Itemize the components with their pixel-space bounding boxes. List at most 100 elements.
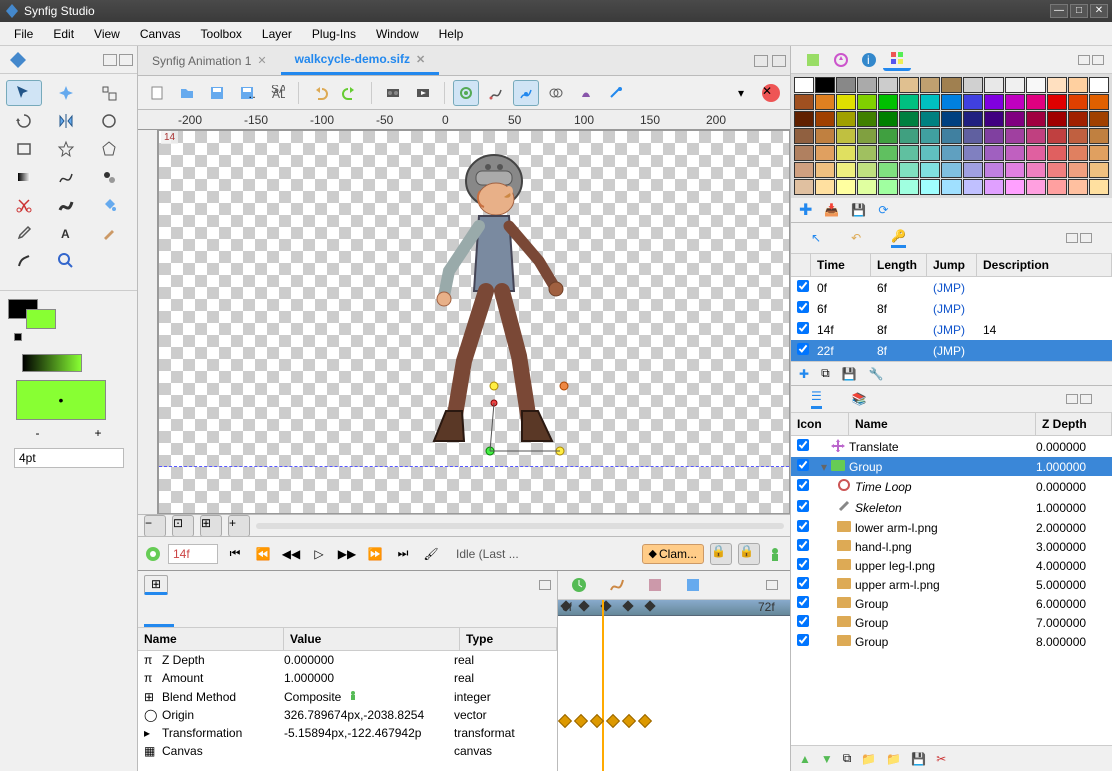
width-tool[interactable] [48,192,84,218]
undo-button[interactable] [307,80,333,106]
keyframe-marker[interactable] [622,600,633,611]
dock-button[interactable] [539,580,551,590]
layer-row[interactable]: ▸upper leg-l.png4.000000 [791,556,1112,575]
layer-visible-checkbox[interactable] [797,500,809,512]
layer-visible-checkbox[interactable] [797,558,809,570]
palette-cell[interactable] [920,128,940,144]
layer-row[interactable]: Skeleton1.000000 [791,497,1112,518]
palette-cell[interactable] [941,162,961,178]
menu-view[interactable]: View [84,23,130,45]
palette-cell[interactable] [857,94,877,110]
layer-row[interactable]: ▾Group1.000000 [791,457,1112,476]
palette-cell[interactable] [1026,128,1046,144]
palette-cell[interactable] [941,179,961,195]
palette-cell[interactable] [1089,111,1109,127]
tab-walkcycle[interactable]: walkcycle-demo.sifz✕ [281,46,440,75]
guide-line[interactable] [159,466,789,467]
palette-cell[interactable] [836,162,856,178]
palette-cell[interactable] [920,94,940,110]
waypoint[interactable] [622,714,636,728]
layer-visible-checkbox[interactable] [797,459,809,471]
background-color[interactable] [26,309,56,329]
dock-button[interactable] [103,54,117,66]
undo-keyframe-button[interactable]: ↶ [851,231,861,245]
groups-tab[interactable]: 📚 [852,392,867,406]
refresh-palette-button[interactable]: ⟳ [878,203,888,217]
palette-cell[interactable] [1026,162,1046,178]
param-row[interactable]: πZ Depth0.000000real [138,651,557,669]
palette-cell[interactable] [1005,162,1025,178]
menu-toolbox[interactable]: Toolbox [191,23,252,45]
layer-encapsulate-button[interactable]: 💾 [911,752,926,766]
palette-cell[interactable] [1005,77,1025,93]
palette-cell[interactable] [984,77,1004,93]
keyframe-active-checkbox[interactable] [797,301,809,313]
increase-button[interactable]: + [94,426,101,440]
palette-cell[interactable] [1005,145,1025,161]
palette-cell[interactable] [836,179,856,195]
zoom-tool[interactable] [48,248,84,274]
navigator-tab[interactable] [827,49,855,71]
palette-cell[interactable] [1026,77,1046,93]
param-row[interactable]: ◯Origin326.789674px,-2038.8254vector [138,706,557,724]
params-tab[interactable]: ⊞ [144,575,168,595]
palette-cell[interactable] [857,77,877,93]
loop-button[interactable]: 🖌 [420,543,442,565]
render-button[interactable] [380,80,406,106]
dock-button[interactable] [1092,55,1104,65]
waypoint[interactable] [574,714,588,728]
dock-button[interactable] [1078,55,1090,65]
layer-up-button[interactable]: ▲ [799,752,811,766]
param-row[interactable]: ▦Canvascanvas [138,742,557,760]
fill-tool[interactable] [91,192,127,218]
palette-cell[interactable] [1026,145,1046,161]
keyframe-active-checkbox[interactable] [797,343,809,355]
palette-cell[interactable] [941,94,961,110]
palette-cell[interactable] [878,128,898,144]
palette-cell[interactable] [794,145,814,161]
palette-cell[interactable] [878,162,898,178]
palette-cell[interactable] [1005,179,1025,195]
scale-tool[interactable] [91,80,127,106]
character-artwork[interactable] [404,141,584,461]
palette-cell[interactable] [899,162,919,178]
menu-window[interactable]: Window [366,23,429,45]
keyframe-active-checkbox[interactable] [797,322,809,334]
palette-cell[interactable] [1068,162,1088,178]
decrease-button[interactable]: - [35,426,39,440]
palette-cell[interactable] [941,128,961,144]
palette-cell[interactable] [836,145,856,161]
transform-tool[interactable] [6,80,42,106]
palette-cell[interactable] [963,145,983,161]
zoom-in-button[interactable]: + [228,515,250,537]
close-canvas-button[interactable]: ✕ [758,80,784,106]
current-color[interactable] [16,380,106,420]
layer-visible-checkbox[interactable] [797,439,809,451]
close-button[interactable]: ✕ [1090,4,1108,18]
param-row[interactable]: ⊞Blend MethodCompositeinteger [138,687,557,706]
dock-button[interactable] [119,54,133,66]
remove-keyframe-button[interactable]: 💾 [842,367,857,381]
clamp-button[interactable]: ◆Clam... [642,544,704,564]
zoom-fit-button[interactable]: ⊡ [172,515,194,537]
keyframe-active-checkbox[interactable] [797,280,809,292]
smooth-move-tool[interactable] [48,80,84,106]
open-button[interactable] [174,80,200,106]
palette-cell[interactable] [1068,179,1088,195]
keyframe-row[interactable]: 0f6f(JMP) [791,277,1112,298]
palette-cell[interactable] [984,128,1004,144]
dock-button[interactable] [772,55,786,67]
menu-plugins[interactable]: Plug-Ins [302,23,366,45]
onion-skin-button[interactable] [453,80,479,106]
palette-cell[interactable] [963,128,983,144]
close-icon[interactable]: ✕ [416,53,425,66]
palette-cell[interactable] [857,128,877,144]
animate-mode-icon[interactable] [766,545,784,563]
palette-cell[interactable] [920,145,940,161]
maximize-button[interactable]: □ [1070,4,1088,18]
palette-cell[interactable] [941,77,961,93]
zoom-slider[interactable] [256,523,784,529]
gradient-preview[interactable] [22,354,82,372]
seek-end-button[interactable]: ⏭ [392,543,414,565]
info-tab[interactable]: i [855,49,883,71]
